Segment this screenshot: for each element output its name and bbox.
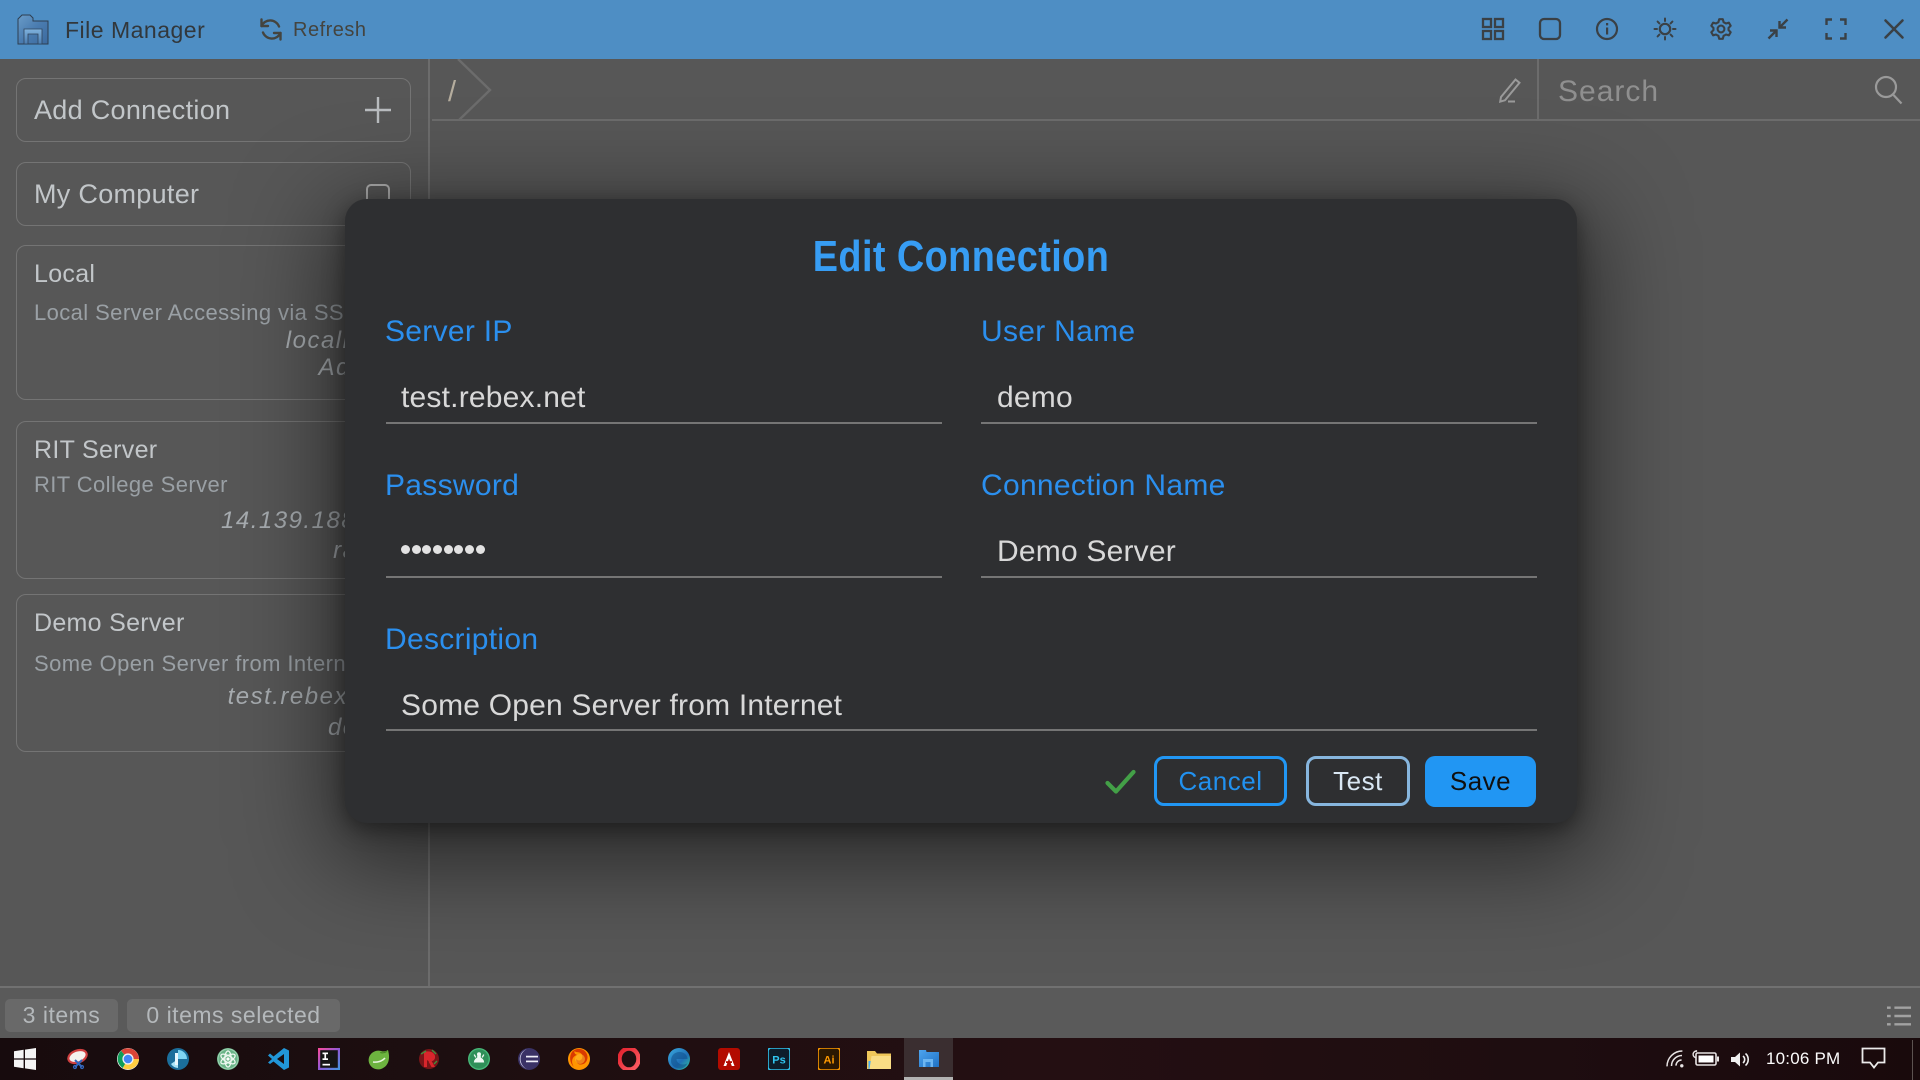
- svg-text:Ps: Ps: [772, 1055, 785, 1067]
- svg-text:Ai: Ai: [824, 1055, 835, 1067]
